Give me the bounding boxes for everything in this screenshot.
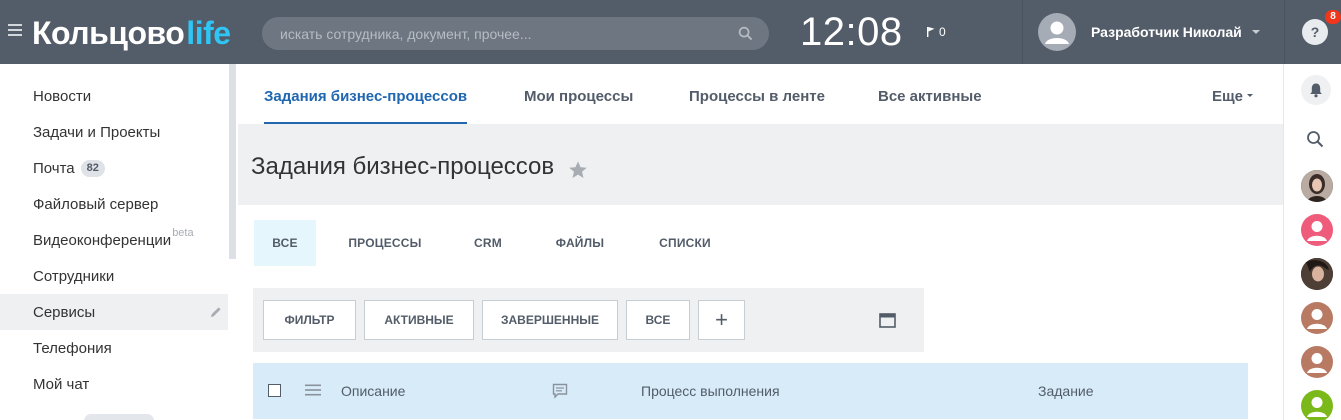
- right-panel: [1283, 64, 1341, 420]
- table-header: Описание Процесс выполнения Задание: [253, 363, 1248, 419]
- user-photo-icon: [1301, 170, 1333, 202]
- window-icon[interactable]: [879, 313, 896, 328]
- contact-avatar[interactable]: [1301, 302, 1333, 334]
- search-box[interactable]: [262, 17, 769, 50]
- user-icon: [1307, 309, 1327, 329]
- logo-main: Кольцово: [32, 15, 185, 51]
- logo[interactable]: Кольцовоlife: [32, 13, 231, 53]
- contact-avatar[interactable]: [1301, 258, 1333, 290]
- sidebar-item-telephony[interactable]: Телефония: [0, 330, 228, 366]
- contact-avatar[interactable]: [1301, 390, 1333, 420]
- user-icon: [1307, 397, 1327, 417]
- comment-icon[interactable]: [552, 383, 568, 399]
- sidebar-item-label: Задачи и Проекты: [33, 123, 161, 141]
- bell-icon: [1310, 83, 1322, 98]
- chevron-down-icon: [1247, 93, 1254, 97]
- filter-button[interactable]: ФИЛЬТР: [263, 300, 356, 340]
- sidebar-item-label: Сервисы: [33, 303, 96, 321]
- tab-processes-in-feed[interactable]: Процессы в ленте: [689, 64, 825, 124]
- flag-icon: [927, 27, 935, 37]
- sidebar-item-label: Видеоконференции: [33, 231, 172, 249]
- menu-scrollbar[interactable]: [229, 64, 236, 259]
- sidebar-item-videoconf[interactable]: Видеоконференции beta: [0, 222, 228, 258]
- left-menu: Новости Задачи и Проекты Почта 82 Файлов…: [0, 64, 238, 420]
- sidebar-item-label: Телефония: [33, 339, 112, 357]
- menu-toggle-icon[interactable]: [8, 24, 22, 36]
- sidebar-item-my-chat[interactable]: Мой чат: [0, 366, 228, 402]
- beta-badge: beta: [172, 227, 194, 239]
- contact-avatar[interactable]: [1301, 214, 1333, 246]
- sidebar-item-label: Мой чат: [33, 375, 90, 393]
- notifications-button[interactable]: [1301, 75, 1331, 105]
- column-header-description[interactable]: Описание: [341, 383, 405, 399]
- column-header-process[interactable]: Процесс выполнения: [641, 383, 780, 399]
- user-photo-icon: [1301, 258, 1333, 290]
- subtab-all[interactable]: ВСЕ: [254, 220, 316, 266]
- user-avatar[interactable]: [1038, 13, 1076, 51]
- user-name[interactable]: Разработчик Николай: [1091, 24, 1242, 40]
- more-menu-button[interactable]: Еще: [1212, 64, 1254, 124]
- all-filter-button[interactable]: ВСЕ: [626, 300, 690, 340]
- add-filter-button[interactable]: +: [698, 300, 745, 340]
- flag-counter[interactable]: 0: [927, 25, 946, 39]
- mail-counter-badge: 82: [80, 159, 105, 177]
- header-divider: [1022, 0, 1023, 64]
- user-icon: [1045, 21, 1069, 44]
- flag-count: 0: [939, 25, 946, 39]
- sidebar-item-label: Сотрудники: [33, 267, 115, 285]
- sidebar-item-tasks[interactable]: Задачи и Проекты: [0, 114, 228, 150]
- logo-accent: life: [186, 15, 231, 51]
- top-header: Кольцовоlife 12:08 0 Разработчик Николай…: [0, 0, 1341, 64]
- search-icon[interactable]: [1306, 130, 1324, 148]
- pencil-icon[interactable]: [210, 306, 222, 318]
- menu-settings-button[interactable]: [84, 414, 154, 420]
- top-navigation: Задания бизнес-процессов Мои процессы Пр…: [238, 64, 1283, 124]
- star-icon[interactable]: [568, 160, 588, 180]
- column-header-task[interactable]: Задание: [1038, 383, 1094, 399]
- filter-bar: ФИЛЬТР АКТИВНЫЕ ЗАВЕРШЕННЫЕ ВСЕ +: [253, 288, 924, 352]
- header-divider: [1284, 0, 1285, 64]
- subtab-lists[interactable]: СПИСКИ: [646, 220, 724, 266]
- help-icon[interactable]: ?: [1302, 19, 1328, 45]
- user-icon: [1307, 221, 1327, 241]
- sidebar-item-mail[interactable]: Почта 82: [0, 150, 228, 186]
- sidebar-item-label: Файловый сервер: [33, 195, 159, 213]
- contact-avatar[interactable]: [1301, 170, 1333, 202]
- search-icon[interactable]: [738, 26, 753, 41]
- more-label: Еще: [1212, 88, 1244, 105]
- main-content: Задания бизнес-процессов Мои процессы Пр…: [238, 64, 1283, 420]
- user-icon: [1307, 353, 1327, 373]
- subtab-files[interactable]: ФАЙЛЫ: [544, 220, 616, 266]
- search-input[interactable]: [280, 17, 720, 50]
- tab-bp-tasks[interactable]: Задания бизнес-процессов: [264, 64, 468, 124]
- sidebar-item-news[interactable]: Новости: [0, 78, 228, 114]
- tab-all-active[interactable]: Все активные: [878, 64, 982, 124]
- sidebar-item-file-server[interactable]: Файловый сервер: [0, 186, 228, 222]
- subtab-processes[interactable]: ПРОЦЕССЫ: [336, 220, 434, 266]
- sidebar-item-services[interactable]: Сервисы: [0, 294, 228, 330]
- subtab-crm[interactable]: CRM: [462, 220, 514, 266]
- column-settings-icon[interactable]: [305, 384, 321, 396]
- page-title: Задания бизнес-процессов: [251, 153, 555, 180]
- clock[interactable]: 12:08: [800, 8, 903, 56]
- sidebar-item-employees[interactable]: Сотрудники: [0, 258, 228, 294]
- active-filter-button[interactable]: АКТИВНЫЕ: [364, 300, 474, 340]
- chevron-down-icon[interactable]: [1252, 30, 1260, 34]
- notifications-badge: 8: [1325, 10, 1341, 24]
- sidebar-item-label: Почта: [33, 159, 75, 177]
- select-all-checkbox[interactable]: [268, 384, 281, 397]
- sidebar-item-label: Новости: [33, 87, 92, 105]
- completed-filter-button[interactable]: ЗАВЕРШЕННЫЕ: [482, 300, 618, 340]
- contact-avatar[interactable]: [1301, 346, 1333, 378]
- tab-my-processes[interactable]: Мои процессы: [524, 64, 633, 124]
